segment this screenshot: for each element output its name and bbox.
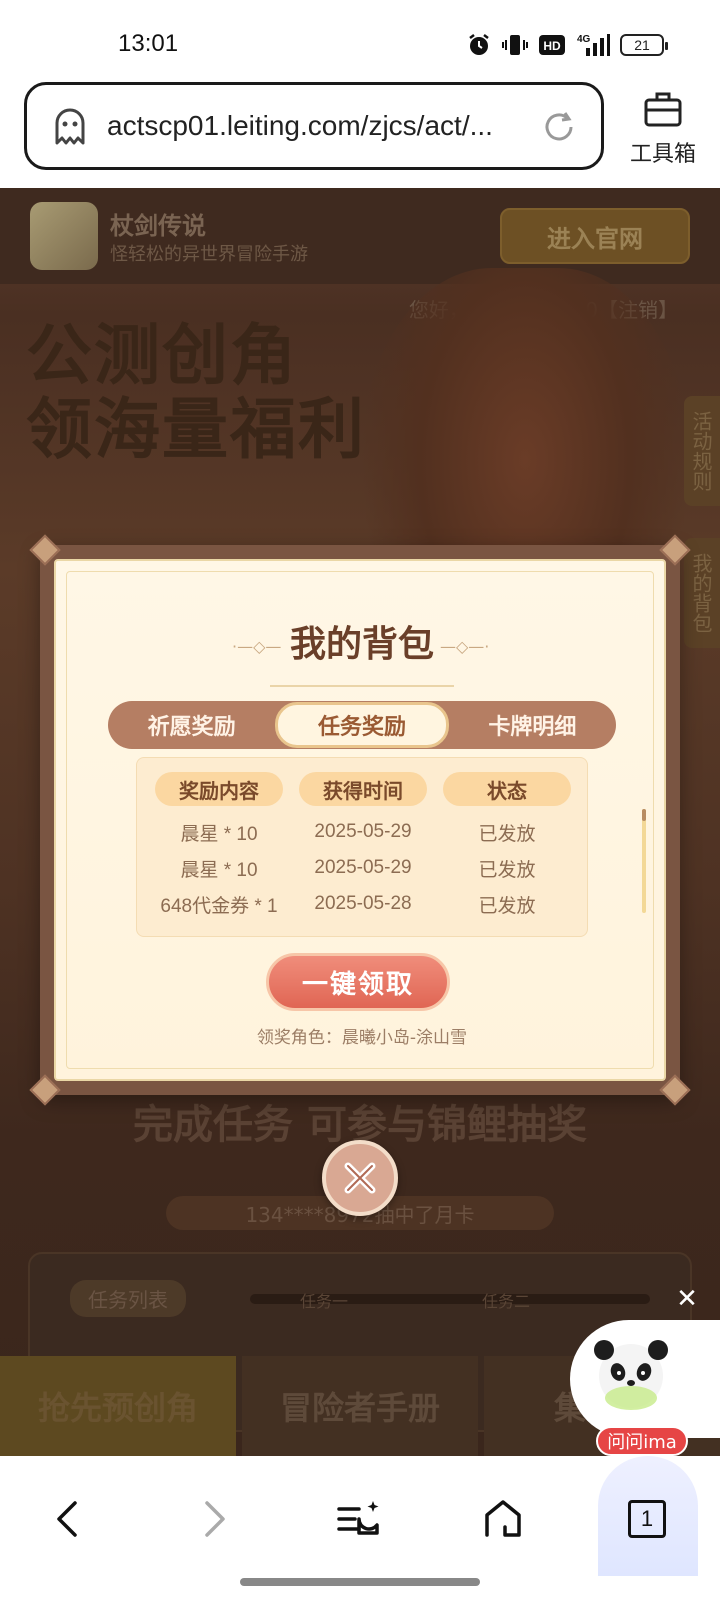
column-header: 获得时间 [299,772,427,806]
game-name: 杖剑传说 [110,212,206,240]
reward-content: 648代金券 * 1 [160,895,278,917]
rewards-table: 奖励内容 获得时间 状态 晨星 * 10 2025-05-29 已发放 晨星 *… [136,757,588,937]
table-scrollbar-thumb[interactable] [642,809,646,821]
table-header: 奖励内容 获得时间 状态 [155,772,571,806]
toolbox-button[interactable]: 工具箱 [618,90,708,168]
backpack-modal: ·—◇— —◇—· 我的背包 祈愿奖励 任务奖励 卡牌明细 奖励内容 获得时间 … [29,534,691,1106]
status-bar: 13:01 HD 4G 21 [0,0,720,80]
reward-status: 已发放 [478,823,536,845]
task-one-label: 任务一 [300,1292,349,1311]
hero-title: 公测创角 领海量福利 [26,318,366,466]
task-list-label[interactable]: 任务列表 [70,1280,186,1317]
tabs-button[interactable]: 1 [612,1484,682,1554]
hd-label: HD [543,39,561,53]
enter-site-button[interactable]: 进入官网 [500,208,690,264]
game-subtitle: 怪轻松的异世界冒险手游 [110,244,308,265]
table-row: 晨星 * 10 2025-05-29 已发放 [155,850,571,886]
browser-toolbar: actscp01.leiting.com/zjcs/act/... 工具箱 [0,80,720,188]
tab-wish-rewards[interactable]: 祈愿奖励 [108,701,275,749]
side-tab-bag[interactable]: 我的背包 [684,538,720,648]
side-tab-rules[interactable]: 活动规则 [684,396,720,506]
page-header: 杖剑传说 怪轻松的异世界冒险手游 进入官网 [0,188,720,284]
claim-all-button[interactable]: 一键领取 [266,953,450,1011]
reward-time: 2025-05-28 [314,893,412,914]
tab-task-rewards[interactable]: 任务奖励 [275,702,449,748]
reward-time: 2025-05-29 [314,857,412,878]
tab-card-details[interactable]: 卡牌明细 [449,701,616,749]
reward-content: 晨星 * 10 [180,859,258,881]
table-scrollbar[interactable] [642,809,646,913]
home-button[interactable] [468,1484,538,1554]
close-modal-button[interactable] [322,1140,398,1216]
page-tab-precreate[interactable]: 抢先预创角 [0,1356,236,1456]
back-arrow-icon [49,1499,89,1539]
hero-line-2: 领海量福利 [26,390,366,468]
status-icons: HD 4G 21 [466,30,668,60]
modal-title: 我的背包 [289,623,434,665]
battery-indicator: 21 [620,34,668,56]
column-header: 状态 [443,772,571,806]
reward-tabs: 祈愿奖励 任务奖励 卡牌明细 [108,701,616,749]
forward-button[interactable] [178,1484,248,1554]
column-header: 奖励内容 [155,772,283,806]
task-two-label: 任务二 [482,1292,531,1311]
assistant-close-button[interactable]: ✕ [670,1282,704,1316]
vibrate-icon [502,32,528,58]
alarm-icon [466,32,492,58]
table-rows: 晨星 * 10 2025-05-29 已发放 晨星 * 10 2025-05-2… [155,814,571,922]
table-row: 晨星 * 10 2025-05-29 已发放 [155,814,571,850]
home-icon [481,1497,525,1541]
claim-role-text: 领奖角色：晨曦小岛-涂山雪 [256,1028,468,1048]
reward-status: 已发放 [478,859,536,881]
url-text[interactable]: actscp01.leiting.com/zjcs/act/... [107,110,507,142]
page-tab-handbook[interactable]: 冒险者手册 [242,1356,478,1456]
address-bar[interactable]: actscp01.leiting.com/zjcs/act/... [24,82,604,170]
title-divider [270,685,454,687]
reward-time: 2025-05-29 [314,821,412,842]
back-button[interactable] [34,1484,104,1554]
toolbox-label: 工具箱 [629,142,696,167]
panda-icon[interactable] [590,1332,672,1412]
reload-icon[interactable] [541,109,577,145]
reward-content: 晨星 * 10 [180,823,258,845]
ghost-icon [27,105,91,147]
clock: 13:01 [118,30,179,57]
reward-status: 已发放 [478,895,536,917]
assistant-label[interactable]: 问问ima [596,1426,688,1456]
network-label: 4G [577,34,591,45]
forward-arrow-icon [193,1499,233,1539]
hero-line-1: 公测创角 [26,316,298,394]
hd-icon: HD [538,32,566,58]
game-logo [30,202,98,270]
close-icon [340,1158,380,1198]
menu-sparkle-icon [333,1497,385,1541]
menu-button[interactable] [324,1484,394,1554]
tabs-count-icon: 1 [628,1500,666,1538]
table-row: 648代金券 * 1 2025-05-28 已发放 [155,886,571,922]
4g-signal-icon: 4G [576,32,610,58]
gesture-home-indicator[interactable] [240,1578,480,1586]
modal-body: ·—◇— —◇—· 我的背包 祈愿奖励 任务奖励 卡牌明细 奖励内容 获得时间 … [54,559,666,1081]
toolbox-icon [643,90,683,132]
